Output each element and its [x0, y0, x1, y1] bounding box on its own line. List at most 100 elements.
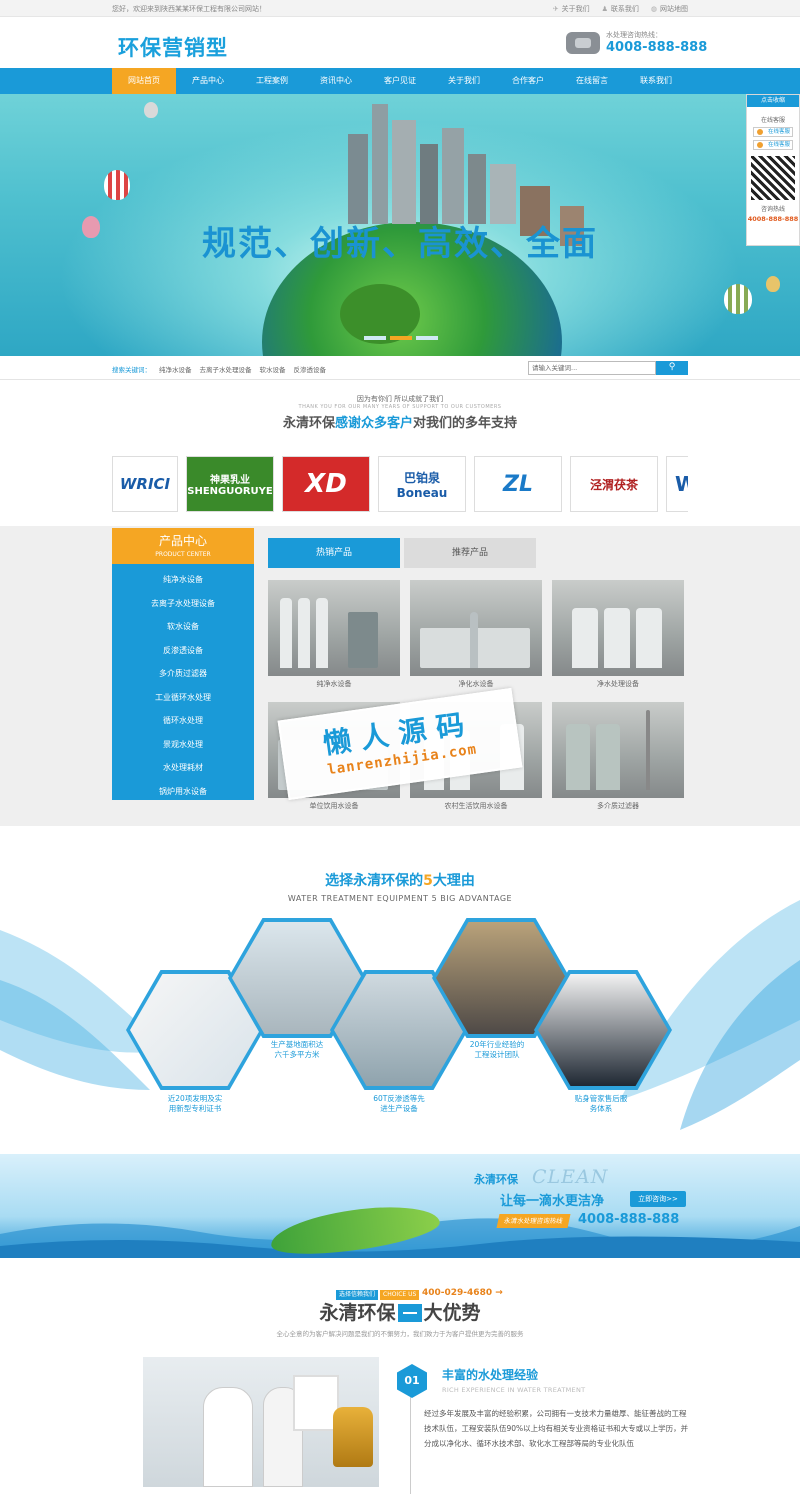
category-item[interactable]: 锅炉用水设备 [112, 780, 254, 804]
advantage-number-badge: 01 [397, 1364, 427, 1398]
nav-item-message[interactable]: 在线留言 [560, 68, 624, 94]
top-link-sitemap[interactable]: ◍ 网站地图 [651, 4, 688, 14]
advantage-title-en: RICH EXPERIENCE IN WATER TREATMENT [442, 1386, 586, 1394]
brand-logo[interactable]: XD [282, 456, 370, 512]
reason-caption: 生产基地面积达 六千多平方米 [270, 1040, 324, 1059]
product-caption: 农村生活饮用水设备 [444, 802, 508, 810]
five-reasons-title: 选择永清环保的5大理由 [325, 873, 475, 889]
user-icon: ♟ [601, 5, 608, 13]
product-card[interactable]: 净水处理设备 [552, 580, 684, 690]
main-nav: 网站首页 产品中心 工程案例 资讯中心 客户见证 关于我们 合作客户 在线留言 … [0, 68, 800, 94]
keyword-link[interactable]: 反渗透设备 [294, 364, 327, 374]
top-link-contact[interactable]: ♟ 联系我们 [602, 4, 639, 14]
balloon-icon [144, 102, 158, 118]
building-image [442, 128, 464, 224]
keyword-link[interactable]: 去离子水处理设备 [200, 364, 252, 374]
reason-caption: 60T反渗透等先 进生产设备 [373, 1094, 425, 1113]
product-image [268, 580, 400, 676]
category-item[interactable]: 景观水处理 [112, 733, 254, 757]
product-card[interactable]: 纯净水设备 [268, 580, 400, 690]
nav-item-about[interactable]: 关于我们 [432, 68, 496, 94]
clean-word: CLEAN [532, 1166, 609, 1188]
floating-service-panel: 点击收缩 在线客服 在线客服 在线客服 咨询热线 4008-888-888 [746, 94, 800, 246]
telephone-icon [566, 32, 600, 54]
trophy-icon [333, 1407, 373, 1467]
building-image [468, 154, 486, 224]
hot-keywords: 搜索关键词： 纯净水设备 去离子水处理设备 软水设备 反渗透设备 [112, 364, 326, 374]
slider-dot[interactable] [364, 336, 386, 340]
keywords-label: 搜索关键词： [112, 366, 151, 374]
product-card[interactable]: 多介质过滤器 [552, 702, 684, 812]
nav-item-partners[interactable]: 合作客户 [496, 68, 560, 94]
category-item[interactable]: 纯净水设备 [112, 568, 254, 592]
building-image [348, 134, 368, 224]
top-link-about[interactable]: ✈ 关于我们 [553, 4, 590, 14]
slider-dot[interactable] [416, 336, 438, 340]
advantages-title: 永清环保 大优势 [319, 1302, 481, 1324]
brand-logos: WRICI 神果乳业 SHENGUORUYE XD 巴铂泉 Boneau ZL … [112, 456, 688, 512]
collapse-button[interactable]: 点击收缩 [747, 95, 799, 107]
consult-now-button[interactable]: 立即咨询>> [630, 1191, 686, 1207]
number-box-icon [397, 1304, 422, 1322]
brand-logo[interactable]: WRICI [112, 456, 178, 512]
building-image [490, 164, 516, 224]
category-item[interactable]: 去离子水处理设备 [112, 592, 254, 616]
balloon-icon [766, 276, 780, 292]
search-input[interactable]: 请输入关键词... [528, 361, 656, 375]
category-item[interactable]: 多介质过滤器 [112, 662, 254, 686]
brand-logo[interactable]: 泾渭茯茶 [570, 456, 658, 512]
slider-dot-active[interactable] [390, 336, 412, 340]
tab-recommended-products[interactable]: 推荐产品 [404, 538, 536, 568]
nav-item-contact[interactable]: 联系我们 [624, 68, 688, 94]
nav-item-products[interactable]: 产品中心 [176, 68, 240, 94]
clean-brand: 永清环保 [474, 1173, 518, 1186]
building-image [392, 120, 416, 224]
category-item[interactable]: 水处理耗材 [112, 756, 254, 780]
tree-image [340, 284, 420, 344]
product-card[interactable]: 净化水设备 [410, 580, 542, 690]
category-item[interactable]: 循环水处理 [112, 709, 254, 733]
keyword-link[interactable]: 软水设备 [260, 364, 286, 374]
keyword-link[interactable]: 纯净水设备 [159, 364, 192, 374]
hotline-tag: 永清水处理咨询热线 [496, 1214, 570, 1228]
product-tabs: 热销产品 推荐产品 [268, 538, 536, 568]
service-hotline: 4008-888-888 [747, 215, 799, 223]
welcome-text: 您好，欢迎来到陕西某某环保工程有限公司网站！ [112, 5, 266, 13]
hero-banner[interactable]: 规范、创新、高效、全面 [0, 94, 800, 356]
product-caption: 单位饮用水设备 [309, 802, 359, 810]
balloon-icon [724, 284, 752, 314]
reason-caption: 贴身管家售后服 务体系 [574, 1094, 628, 1113]
nav-item-cases[interactable]: 工程案例 [240, 68, 304, 94]
person-image [203, 1387, 253, 1487]
search-icon: ⚲ [668, 362, 676, 372]
product-image [552, 702, 684, 798]
brand-logo[interactable]: 神果乳业 SHENGUORUYE [186, 456, 274, 512]
nav-item-home[interactable]: 网站首页 [112, 68, 176, 94]
site-logo[interactable]: 环保营销型 [118, 32, 228, 62]
section-tagline: 因为有你们 所以成就了我们 [356, 395, 444, 403]
nav-item-news[interactable]: 资讯中心 [304, 68, 368, 94]
slider-dots [364, 336, 438, 340]
search-button[interactable]: ⚲ [656, 361, 688, 375]
service-hotline-label: 咨询热线 [760, 206, 785, 213]
product-caption: 纯净水设备 [316, 680, 352, 688]
product-caption: 多介质过滤器 [597, 802, 639, 810]
brand-logo[interactable]: W [666, 456, 688, 512]
nav-item-testimonials[interactable]: 客户见证 [368, 68, 432, 94]
five-reasons-subtitle: WATER TREATMENT EQUIPMENT 5 BIG ADVANTAG… [287, 894, 513, 903]
brand-logo[interactable]: ZL [474, 456, 562, 512]
tab-hot-products[interactable]: 热销产品 [268, 538, 400, 568]
category-item[interactable]: 软水设备 [112, 615, 254, 639]
product-caption: 净化水设备 [458, 680, 494, 688]
qq-chat-button[interactable]: 在线客服 [753, 140, 793, 150]
hotline-block: 水处理咨询热线： 4008-888-888 [566, 30, 707, 60]
clean-hotline: 4008-888-888 [578, 1212, 680, 1227]
category-item[interactable]: 反渗透设备 [112, 639, 254, 663]
qq-chat-button[interactable]: 在线客服 [753, 127, 793, 137]
advantage-phone: 400-029-4680 → [422, 1288, 503, 1298]
category-item[interactable]: 工业循环水处理 [112, 686, 254, 710]
product-image [410, 580, 542, 676]
building-image [372, 104, 388, 224]
brand-logo[interactable]: 巴铂泉 Boneau [378, 456, 466, 512]
qr-code-image [751, 156, 795, 200]
